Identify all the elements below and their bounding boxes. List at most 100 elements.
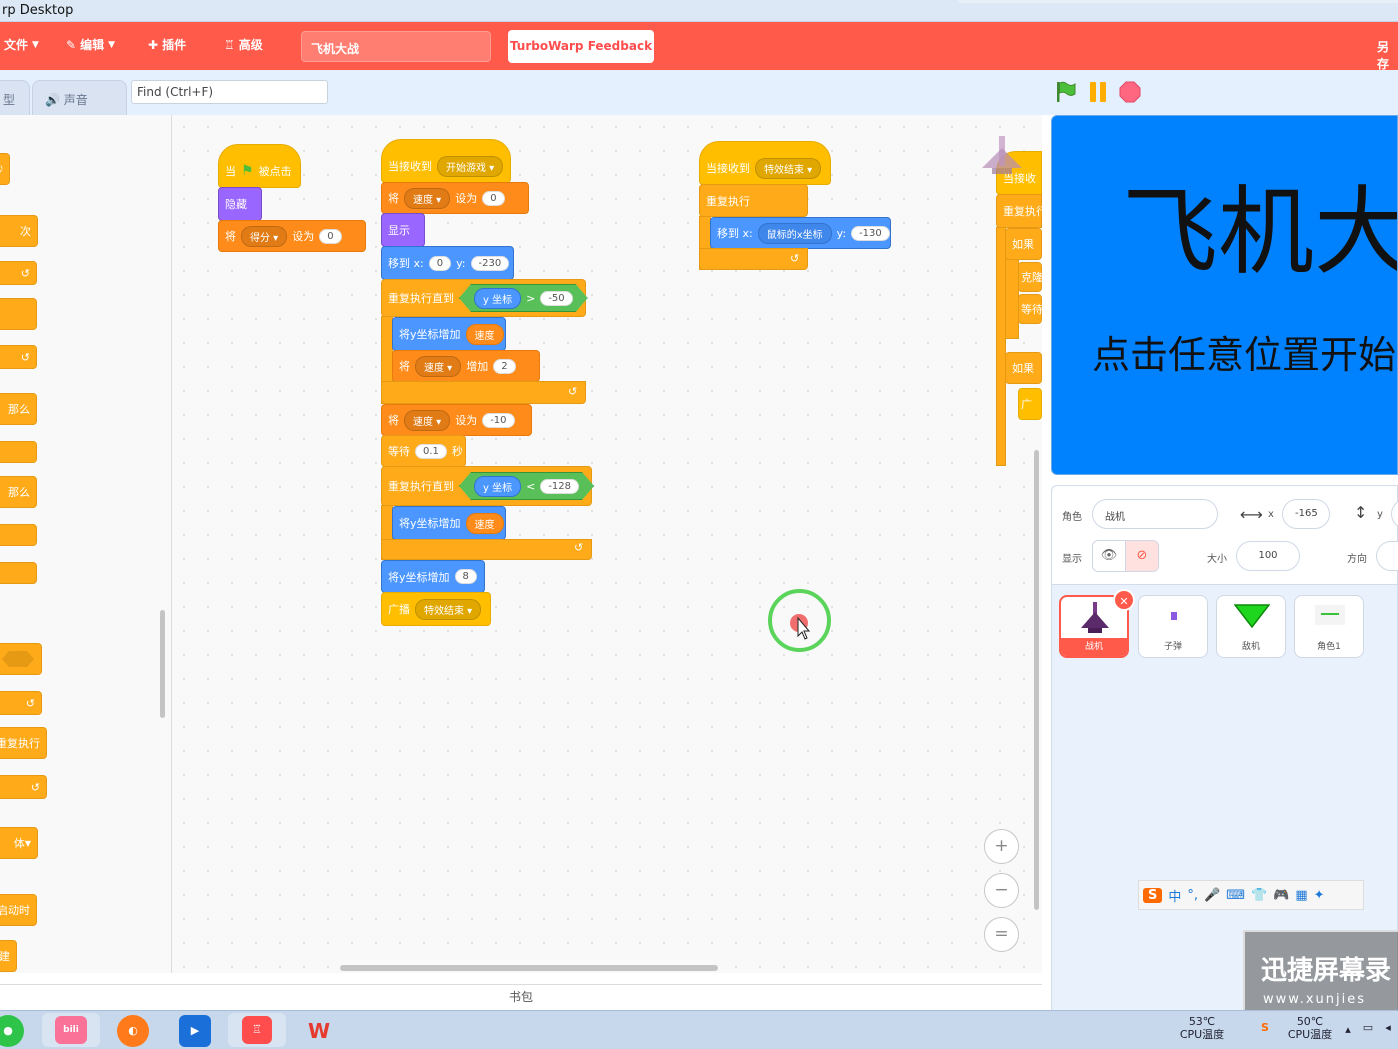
wps-icon[interactable]: W [303,1015,335,1047]
repeat-until-block[interactable]: 重复执行直到 y 坐标 > -50 [381,279,586,317]
bilibili-taskbutton[interactable]: bili [42,1013,100,1047]
change-variable-block[interactable]: 将 速度 ▾ 增加 2 [392,350,540,382]
vertical-scrollbar[interactable] [1034,450,1039,910]
when-flag-clicked-block[interactable]: 当 ⚑ 被点击 [218,144,301,188]
value-input[interactable]: 0 [319,228,342,244]
palette-block[interactable] [0,643,42,675]
palette-block[interactable]: ↺ [0,775,47,799]
palette-block[interactable]: 那么 [0,393,37,425]
y-input[interactable]: -230 [470,255,510,271]
wait-block[interactable]: 等待 0.1 秒 [381,435,466,467]
goto-xy-block[interactable]: 移到 x: 0 y: -230 [381,246,514,280]
speed-reporter[interactable]: 速度 [465,512,504,534]
stop-icon[interactable] [1119,81,1141,103]
palette-scrollbar[interactable] [160,610,165,718]
if-block[interactable]: 如果 [1005,228,1042,260]
size-input[interactable]: 100 [1236,541,1300,571]
broadcast-block[interactable]: 广播 特效结束 ▾ [381,592,491,626]
y-position-reporter[interactable]: y 坐标 [474,288,521,309]
green-flag-icon[interactable] [1055,81,1077,103]
volume-icon[interactable]: ◂ [1380,1021,1396,1034]
palette-block[interactable]: 体 ▼ [0,827,38,859]
set-variable-block[interactable]: 将 得分 ▾ 设为 0 [218,220,366,252]
when-receive-block[interactable]: 当接收到 开始游戏 ▾ [381,139,511,183]
forever-block[interactable]: 重复执行 [699,184,808,217]
ime-punctuation-toggle[interactable]: °, [1187,888,1198,903]
palette-block[interactable]: 秒 [0,153,10,185]
grid-icon[interactable]: ▦ [1295,888,1307,903]
palette-block[interactable] [0,562,37,584]
hide-sprite-button[interactable]: ⊘ [1125,540,1159,572]
when-receive-block[interactable]: 当接收到 特效结束 ▾ [699,141,831,185]
sogou-icon[interactable]: S [1143,887,1163,903]
palette-block[interactable]: 启动时 [0,894,37,926]
feedback-button[interactable]: TurboWarp Feedback [508,30,654,63]
find-input[interactable]: Find (Ctrl+F) [131,80,328,104]
sprite-tile-role1[interactable]: 角色1 [1294,595,1364,658]
if-block[interactable]: 如果 [1005,352,1042,384]
show-sprite-button[interactable]: 👁 [1092,540,1126,572]
direction-input[interactable] [1376,541,1398,571]
value-input[interactable]: 2 [493,358,516,374]
palette-block[interactable] [0,524,37,546]
zoom-reset-button[interactable]: = [984,917,1019,952]
change-y-block[interactable]: 将y坐标增加 8 [381,560,485,593]
horizontal-scrollbar[interactable] [340,965,718,971]
variable-dropdown[interactable]: 速度 ▾ [404,409,451,431]
sogou-tray-icon[interactable]: S [1256,1021,1274,1034]
mouse-x-reporter[interactable]: 鼠标的x坐标 [757,222,832,244]
assistant-icon[interactable]: ✦ [1314,888,1325,903]
hide-block[interactable]: 隐藏 [218,187,262,221]
change-y-block[interactable]: 将y坐标增加 速度 [392,317,506,351]
value-input[interactable]: 8 [454,569,477,584]
palette-block[interactable] [0,298,37,330]
speed-reporter[interactable]: 速度 [465,323,504,345]
palette-block[interactable]: ↺ [0,691,42,715]
value-input[interactable]: -50 [540,291,572,306]
show-block[interactable]: 显示 [381,213,425,247]
less-than-operator[interactable]: y 坐标 < -128 [459,472,594,500]
ime-language-toggle[interactable]: 中 [1168,886,1181,905]
set-variable-block[interactable]: 将 速度 ▾ 设为 0 [381,182,529,214]
palette-block[interactable]: ↺ [0,261,37,285]
greater-than-operator[interactable]: y 坐标 > -50 [459,284,588,312]
menu-addons[interactable]: ✚ 插件 [148,36,186,53]
backpack[interactable]: 书包 [0,984,1042,1010]
turbowarp-taskbutton[interactable]: ♖ [228,1013,286,1047]
menu-advanced[interactable]: ♖ 高级 [224,36,263,53]
stage[interactable]: 飞机大战 点击任意位置开始 [1051,115,1398,475]
network-icon[interactable]: ▭ [1360,1021,1376,1034]
tab-sounds[interactable]: 🔊 声音 [32,80,127,115]
palette-block[interactable]: 次 [0,215,38,247]
palette-block[interactable]: 重复执行 [0,727,47,759]
menu-save-as[interactable]: 另存 [1377,38,1398,72]
palette-block[interactable]: ↺ [0,345,37,369]
screen-recorder-icon[interactable]: ▶ [179,1015,211,1047]
wechat-icon[interactable]: ● [0,1015,24,1047]
variable-dropdown[interactable]: 速度 ▾ [404,187,451,209]
menu-file[interactable]: 文件 ▼ [4,36,39,53]
gamepad-icon[interactable]: 🎮 [1273,888,1289,903]
message-dropdown[interactable]: 特效结束 ▾ [415,598,482,620]
tab-costumes[interactable]: 型 [0,80,30,115]
variable-dropdown[interactable]: 速度 ▾ [415,355,462,377]
browser-icon[interactable]: ◐ [117,1015,149,1047]
sprite-tile-enemy[interactable]: 敌机 [1216,595,1286,658]
value-input[interactable]: 0 [482,190,505,206]
clone-block[interactable]: 克隆 [1018,262,1043,292]
x-input[interactable]: 0 [428,255,452,271]
sprite-name-input[interactable]: 战机 [1092,499,1218,529]
shirt-icon[interactable]: 👕 [1251,888,1267,903]
repeat-until-block[interactable]: 重复执行直到 y 坐标 < -128 [381,466,592,506]
goto-xy-block[interactable]: 移到 x: 鼠标的x坐标 y: -130 [710,217,891,249]
variable-dropdown[interactable]: 得分 ▾ [241,225,288,247]
forever-block[interactable]: 重复执行 [996,194,1047,228]
project-title-input[interactable]: 飞机大战 [301,31,491,62]
change-y-block[interactable]: 将y坐标增加 速度 [392,506,506,540]
palette-block[interactable]: 建 [0,940,17,972]
palette-block[interactable] [0,441,37,463]
tray-expand-icon[interactable]: ▴ [1342,1023,1354,1036]
y-position-reporter[interactable]: y 坐标 [474,476,521,497]
keyboard-icon[interactable]: ⌨ [1226,888,1245,903]
wait-block[interactable]: 等待 [1018,294,1043,324]
